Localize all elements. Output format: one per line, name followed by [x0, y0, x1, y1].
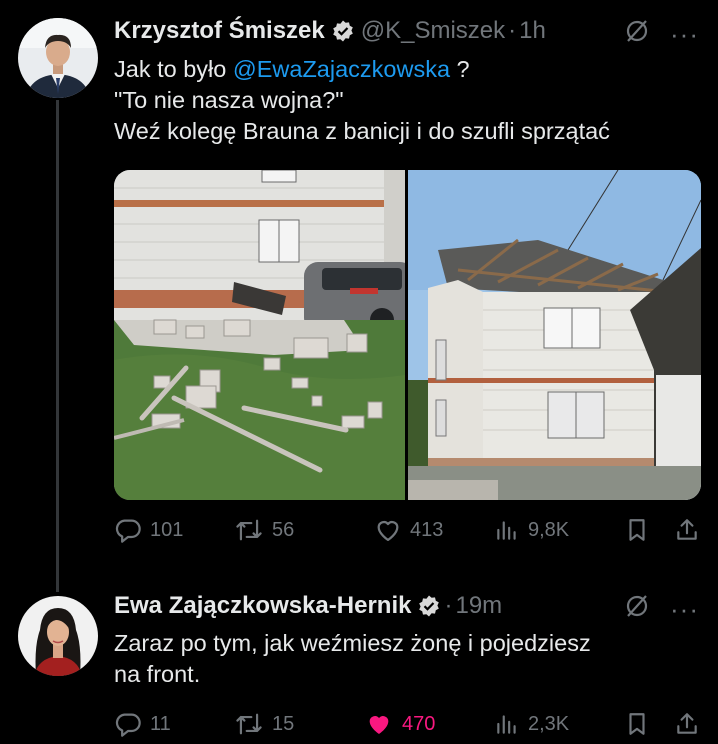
photo-damaged-roof[interactable]: [408, 170, 701, 500]
repost-count: 56: [272, 518, 295, 541]
reply-button[interactable]: 11: [114, 710, 234, 738]
repost-icon: [234, 516, 264, 544]
more-icon[interactable]: ···: [670, 596, 699, 622]
text-line: Weź kolegę Brauna z banicji i do szufli …: [114, 118, 610, 144]
like-count: 470: [402, 712, 436, 735]
thread-connector-line: [56, 100, 59, 592]
author-avatar[interactable]: [18, 596, 98, 676]
repost-count: 15: [272, 712, 295, 735]
verified-badge-icon: [331, 19, 355, 43]
text-line: Jak to było: [114, 56, 233, 82]
bookmark-icon: [624, 710, 650, 738]
tweet-header: Krzysztof Śmiszek @K_Smiszek · 1h: [114, 14, 546, 48]
views-count: 9,8K: [528, 518, 570, 541]
reply-icon: [114, 710, 142, 738]
views-icon: [494, 516, 520, 544]
like-button[interactable]: 413: [374, 516, 494, 544]
photo-collapsed-wall[interactable]: [114, 170, 405, 500]
text-line: na front.: [114, 661, 201, 687]
mention-link[interactable]: @EwaZajaczkowska: [233, 56, 450, 82]
bookmark-icon: [624, 516, 650, 544]
like-icon: [374, 516, 402, 544]
media-gallery: [114, 170, 701, 500]
author-avatar[interactable]: [18, 18, 98, 98]
grok-icon[interactable]: [624, 18, 650, 49]
views-icon: [494, 710, 520, 738]
like-button[interactable]: 470: [364, 710, 494, 738]
text-line: Zaraz po tym, jak weźmiesz żonę i pojedz…: [114, 630, 591, 656]
timestamp[interactable]: 19m: [455, 592, 502, 620]
verified-badge-icon: [417, 594, 441, 618]
author-name[interactable]: Krzysztof Śmiszek: [114, 17, 325, 45]
like-icon: [364, 710, 394, 738]
tweet-top-actions: ···: [624, 18, 699, 49]
grok-icon[interactable]: [624, 593, 650, 624]
text-line: ?: [450, 56, 470, 82]
reply-icon: [114, 516, 142, 544]
views-button[interactable]: 2,3K: [494, 710, 624, 738]
share-button[interactable]: [674, 516, 704, 544]
text-line: "To nie nasza wojna?": [114, 87, 344, 113]
reply-count: 101: [150, 518, 184, 541]
tweet-header: Ewa Zajączkowska-Hernik · 19m: [114, 589, 502, 623]
views-button[interactable]: 9,8K: [494, 516, 624, 544]
author-handle[interactable]: @K_Smiszek: [361, 17, 505, 45]
bookmark-button[interactable]: [624, 710, 674, 738]
share-icon: [674, 516, 700, 544]
separator-dot: ·: [444, 592, 453, 619]
share-button[interactable]: [674, 710, 704, 738]
views-count: 2,3K: [528, 712, 570, 735]
repost-button[interactable]: 56: [234, 516, 374, 544]
tweet-text: Zaraz po tym, jak weźmiesz żonę i pojedz…: [114, 628, 704, 690]
repost-icon: [234, 710, 264, 738]
share-icon: [674, 710, 700, 738]
bookmark-button[interactable]: [624, 516, 674, 544]
author-name[interactable]: Ewa Zajączkowska-Hernik: [114, 592, 411, 620]
timestamp[interactable]: 1h: [519, 17, 546, 45]
reply-button[interactable]: 101: [114, 516, 234, 544]
tweet-action-bar: 11 15 470 2,3K: [114, 706, 704, 742]
separator-dot: ·: [508, 17, 517, 44]
tweet-text: Jak to było @EwaZajaczkowska ? "To nie n…: [114, 54, 704, 147]
reply-count: 11: [150, 712, 171, 735]
repost-button[interactable]: 15: [234, 710, 364, 738]
tweet-action-bar: 101 56 413 9,8K: [114, 512, 704, 548]
more-icon[interactable]: ···: [670, 21, 699, 47]
tweet-top-actions: ···: [624, 593, 699, 624]
like-count: 413: [410, 518, 444, 541]
